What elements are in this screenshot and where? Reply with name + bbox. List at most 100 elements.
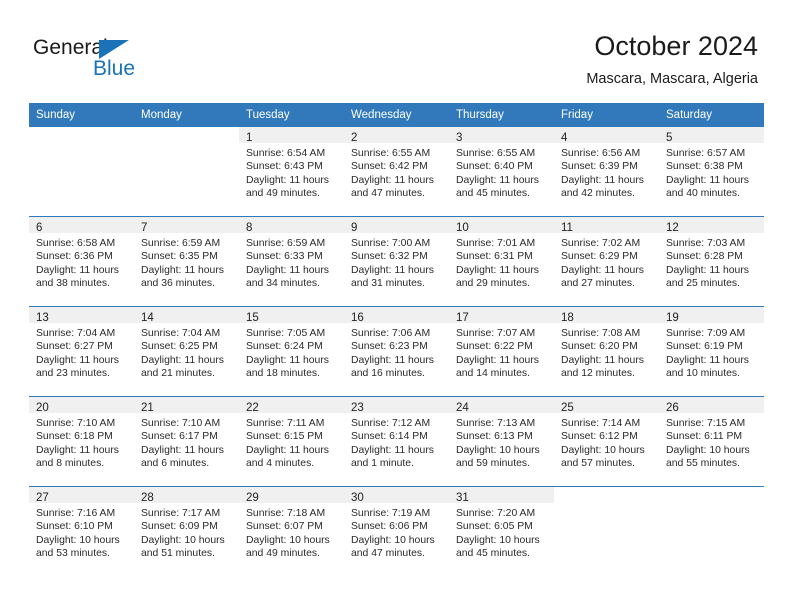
calendar-day-cell[interactable]: 7 Sunrise: 6:59 AM Sunset: 6:35 PM Daylight…	[134, 216, 239, 307]
day-number-band: 1	[239, 127, 344, 144]
page-subtitle: Mascara, Mascara, Algeria	[586, 71, 758, 87]
calendar-day-cell	[659, 486, 764, 576]
calendar-day-cell[interactable]: 22 Sunrise: 7:11 AM Sunset: 6:15 PM Dayligh…	[239, 396, 344, 487]
day-details: Sunrise: 6:55 AM Sunset: 6:42 PM Daylight:…	[344, 143, 449, 201]
calendar-day-cell[interactable]: 9 Sunrise: 7:00 AM Sunset: 6:32 PM Daylight…	[344, 216, 449, 307]
calendar-day-cell[interactable]: 24 Sunrise: 7:13 AM Sunset: 6:13 PM Dayligh…	[449, 396, 554, 487]
day-details: Sunrise: 7:18 AM Sunset: 6:07 PM Daylight:…	[239, 503, 344, 561]
sunrise-text: Sunrise: 6:54 AM	[246, 148, 326, 159]
sunrise-text: Sunrise: 6:55 AM	[456, 148, 536, 159]
day-number: 26	[666, 402, 679, 414]
day-number: 3	[456, 132, 463, 144]
day-number: 15	[246, 312, 259, 324]
calendar-day-cell[interactable]: 12 Sunrise: 7:03 AM Sunset: 6:28 PM Dayligh…	[659, 216, 764, 307]
day-number: 5	[666, 132, 673, 144]
calendar-day-cell[interactable]: 1 Sunrise: 6:54 AM Sunset: 6:43 PM Daylight…	[239, 127, 344, 217]
weekday-header-row: Sunday Monday Tuesday Wednesday Thursday…	[29, 103, 764, 127]
calendar-day-cell[interactable]: 28 Sunrise: 7:17 AM Sunset: 6:09 PM Dayligh…	[134, 486, 239, 576]
day-content: 29 Sunrise: 7:18 AM Sunset: 6:07 PM Dayligh…	[239, 487, 344, 576]
calendar-day-cell[interactable]: 11 Sunrise: 7:02 AM Sunset: 6:29 PM Dayligh…	[554, 216, 659, 307]
calendar-day-cell[interactable]: 15 Sunrise: 7:05 AM Sunset: 6:24 PM Dayligh…	[239, 306, 344, 397]
day-details: Sunrise: 7:15 AM Sunset: 6:11 PM Daylight:…	[659, 413, 764, 471]
day-content: 30 Sunrise: 7:19 AM Sunset: 6:06 PM Dayligh…	[344, 487, 449, 576]
day-content: 15 Sunrise: 7:05 AM Sunset: 6:24 PM Dayligh…	[239, 307, 344, 396]
sunrise-text: Sunrise: 7:16 AM	[36, 508, 116, 519]
calendar-day-cell[interactable]: 20 Sunrise: 7:10 AM Sunset: 6:18 PM Dayligh…	[29, 396, 134, 487]
day-number: 7	[141, 222, 148, 234]
day-number: 23	[351, 402, 364, 414]
day-number: 1	[246, 132, 253, 144]
calendar-day-cell[interactable]: 16 Sunrise: 7:06 AM Sunset: 6:23 PM Dayligh…	[344, 306, 449, 397]
day-number: 9	[351, 222, 358, 234]
day-content: 20 Sunrise: 7:10 AM Sunset: 6:18 PM Dayligh…	[29, 397, 134, 486]
sunrise-text: Sunrise: 7:07 AM	[456, 328, 536, 339]
day-details: Sunrise: 7:07 AM Sunset: 6:22 PM Daylight:…	[449, 323, 554, 381]
calendar-day-cell[interactable]: 10 Sunrise: 7:01 AM Sunset: 6:31 PM Dayligh…	[449, 216, 554, 307]
calendar-day-cell[interactable]: 25 Sunrise: 7:14 AM Sunset: 6:12 PM Dayligh…	[554, 396, 659, 487]
weekday-header-wednesday: Wednesday	[344, 103, 449, 127]
calendar-day-cell[interactable]: 2 Sunrise: 6:55 AM Sunset: 6:42 PM Daylight…	[344, 127, 449, 217]
day-number: 11	[561, 222, 573, 234]
day-content: 8 Sunrise: 6:59 AM Sunset: 6:33 PM Daylight…	[239, 217, 344, 306]
calendar-day-cell[interactable]: 17 Sunrise: 7:07 AM Sunset: 6:22 PM Dayligh…	[449, 306, 554, 397]
sunrise-text: Sunrise: 6:55 AM	[351, 148, 431, 159]
calendar-day-cell[interactable]: 8 Sunrise: 6:59 AM Sunset: 6:33 PM Daylight…	[239, 216, 344, 307]
day-number: 14	[141, 312, 154, 324]
day-details: Sunrise: 7:14 AM Sunset: 6:12 PM Daylight:…	[554, 413, 659, 471]
day-details: Sunrise: 7:09 AM Sunset: 6:19 PM Daylight:…	[659, 323, 764, 381]
day-details: Sunrise: 6:54 AM Sunset: 6:43 PM Daylight:…	[239, 143, 344, 201]
sunrise-text: Sunrise: 7:02 AM	[561, 238, 641, 249]
day-number-band: 21	[134, 397, 239, 414]
day-number: 19	[666, 312, 679, 324]
calendar-day-cell[interactable]: 5 Sunrise: 6:57 AM Sunset: 6:38 PM Daylight…	[659, 127, 764, 217]
day-details: Sunrise: 6:59 AM Sunset: 6:35 PM Daylight:…	[134, 233, 239, 291]
calendar-day-cell[interactable]: 3 Sunrise: 6:55 AM Sunset: 6:40 PM Daylight…	[449, 127, 554, 217]
sunset-text: Sunset: 6:35 PM	[141, 251, 218, 263]
day-number: 27	[36, 492, 49, 504]
sunrise-text: Sunrise: 7:20 AM	[456, 508, 536, 519]
day-number-band: 22	[239, 397, 344, 414]
calendar-day-cell[interactable]: 31 Sunrise: 7:20 AM Sunset: 6:05 PM Dayligh…	[449, 486, 554, 576]
sunset-text: Sunset: 6:14 PM	[351, 431, 428, 443]
daylight-text: Daylight: 11 hours and 21 minutes.	[141, 354, 224, 380]
sunrise-text: Sunrise: 7:12 AM	[351, 418, 431, 429]
sunset-text: Sunset: 6:27 PM	[36, 341, 113, 353]
sunrise-text: Sunrise: 7:13 AM	[456, 418, 536, 429]
calendar-day-cell[interactable]: 27 Sunrise: 7:16 AM Sunset: 6:10 PM Dayligh…	[29, 486, 134, 576]
calendar-day-cell[interactable]: 18 Sunrise: 7:08 AM Sunset: 6:20 PM Dayligh…	[554, 306, 659, 397]
daylight-text: Daylight: 11 hours and 16 minutes.	[351, 354, 434, 380]
day-content: 6 Sunrise: 6:58 AM Sunset: 6:36 PM Daylight…	[29, 217, 134, 306]
day-number-band: 8	[239, 217, 344, 234]
daylight-text: Daylight: 11 hours and 1 minute.	[351, 444, 434, 470]
calendar-day-cell[interactable]: 23 Sunrise: 7:12 AM Sunset: 6:14 PM Dayligh…	[344, 396, 449, 487]
calendar-day-cell[interactable]: 26 Sunrise: 7:15 AM Sunset: 6:11 PM Dayligh…	[659, 396, 764, 487]
day-details: Sunrise: 6:56 AM Sunset: 6:39 PM Daylight:…	[554, 143, 659, 201]
day-number: 17	[456, 312, 469, 324]
sunrise-text: Sunrise: 7:05 AM	[246, 328, 326, 339]
day-number: 24	[456, 402, 469, 414]
weekday-header-saturday: Saturday	[659, 103, 764, 127]
calendar-day-cell[interactable]: 13 Sunrise: 7:04 AM Sunset: 6:27 PM Dayligh…	[29, 306, 134, 397]
calendar-day-cell[interactable]: 30 Sunrise: 7:19 AM Sunset: 6:06 PM Dayligh…	[344, 486, 449, 576]
calendar-day-cell[interactable]: 14 Sunrise: 7:04 AM Sunset: 6:25 PM Dayligh…	[134, 306, 239, 397]
day-content: 27 Sunrise: 7:16 AM Sunset: 6:10 PM Dayligh…	[29, 487, 134, 576]
sunset-text: Sunset: 6:28 PM	[666, 251, 743, 263]
calendar-day-cell[interactable]: 19 Sunrise: 7:09 AM Sunset: 6:19 PM Dayligh…	[659, 306, 764, 397]
sunrise-text: Sunrise: 6:59 AM	[141, 238, 221, 249]
daylight-text: Daylight: 10 hours and 57 minutes.	[561, 444, 645, 470]
calendar-day-cell[interactable]: 6 Sunrise: 6:58 AM Sunset: 6:36 PM Daylight…	[29, 216, 134, 307]
day-details: Sunrise: 7:10 AM Sunset: 6:17 PM Daylight:…	[134, 413, 239, 471]
day-details: Sunrise: 6:59 AM Sunset: 6:33 PM Daylight:…	[239, 233, 344, 291]
day-details: Sunrise: 7:08 AM Sunset: 6:20 PM Daylight:…	[554, 323, 659, 381]
daylight-text: Daylight: 11 hours and 38 minutes.	[36, 264, 119, 290]
day-details: Sunrise: 7:17 AM Sunset: 6:09 PM Daylight:…	[134, 503, 239, 561]
calendar-day-cell[interactable]: 29 Sunrise: 7:18 AM Sunset: 6:07 PM Dayligh…	[239, 486, 344, 576]
calendar-day-cell[interactable]: 21 Sunrise: 7:10 AM Sunset: 6:17 PM Dayligh…	[134, 396, 239, 487]
sunset-text: Sunset: 6:13 PM	[456, 431, 533, 443]
brand-logo[interactable]: General Blue	[33, 36, 243, 88]
day-content: 1 Sunrise: 6:54 AM Sunset: 6:43 PM Daylight…	[239, 127, 344, 216]
sunrise-text: Sunrise: 7:10 AM	[141, 418, 221, 429]
calendar-day-cell[interactable]: 4 Sunrise: 6:56 AM Sunset: 6:39 PM Daylight…	[554, 127, 659, 217]
calendar-day-cell	[554, 486, 659, 576]
weekday-header-sunday: Sunday	[29, 103, 134, 127]
